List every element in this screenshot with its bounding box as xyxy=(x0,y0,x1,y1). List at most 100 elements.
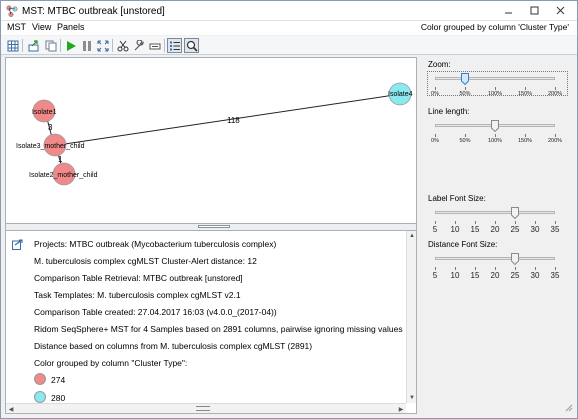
slider-tick-label: 25 xyxy=(510,271,520,280)
mst-graph-canvas[interactable]: Isolate1 Isolate3_mother_child Isolate2_… xyxy=(5,57,417,224)
toolbar-separator xyxy=(112,39,113,52)
slider-tick-label: 150% xyxy=(517,138,533,144)
info-vertical-scrollbar[interactable]: ▲ ▼ xyxy=(406,231,416,403)
slider-thumb[interactable] xyxy=(491,120,499,132)
slider-thumb[interactable] xyxy=(511,207,519,219)
slider-tick xyxy=(515,221,516,224)
slider-track[interactable] xyxy=(435,77,555,80)
slider-tick xyxy=(475,267,476,270)
slider-thumb[interactable] xyxy=(511,253,519,265)
legend-swatch-280 xyxy=(34,391,46,403)
minimize-button[interactable] xyxy=(495,2,521,19)
slider-tick-label: 10 xyxy=(450,271,460,280)
info-distance-basis: Distance based on columns from M. tuberc… xyxy=(34,341,313,351)
label-button[interactable] xyxy=(147,38,162,53)
scroll-left-arrow-icon[interactable]: ◀ xyxy=(6,404,16,413)
node-label-isolate1: Isolate1 xyxy=(32,109,57,116)
legend-label-274: 274 xyxy=(51,375,66,385)
play-icon xyxy=(66,40,76,51)
maximize-button[interactable] xyxy=(521,2,547,19)
export-info-icon[interactable] xyxy=(12,239,23,250)
edge-label-distance: 1 xyxy=(58,155,63,164)
slider-tick xyxy=(495,221,496,224)
scroll-up-arrow-icon[interactable]: ▲ xyxy=(407,231,416,241)
slider-tick xyxy=(435,87,436,90)
distance-font-size-label: Distance Font Size: xyxy=(428,240,498,249)
list-icon xyxy=(169,41,180,50)
slider-tick xyxy=(465,87,466,90)
info-cluster-alert: M. tuberculosis complex cgMLST Cluster-A… xyxy=(34,256,257,266)
settings-panel: Zoom: Line length: Label Font Size: Dist… xyxy=(421,57,575,414)
slider-tick-label: 200% xyxy=(547,91,563,97)
window-title: MST: MTBC outbreak [unstored] xyxy=(22,6,165,17)
slider-tick-label: 30 xyxy=(530,225,540,234)
info-mst-summary: Ridom SeqSphere+ MST for 4 Samples based… xyxy=(34,324,403,334)
node-label-isolate3: Isolate3_mother_child xyxy=(16,143,85,150)
play-button[interactable] xyxy=(63,38,78,53)
line-length-label: Line length: xyxy=(428,107,470,116)
menu-mst[interactable]: MST xyxy=(7,22,26,32)
info-task-templates: Task Templates: M. tuberculosis complex … xyxy=(34,290,241,300)
slider-tick xyxy=(555,267,556,270)
slider-tick-label: 0% xyxy=(431,91,439,97)
slider-tick-label: 150% xyxy=(517,91,533,97)
zoom-label: Zoom: xyxy=(428,60,451,69)
grid-icon xyxy=(7,40,18,51)
slider-thumb[interactable] xyxy=(461,73,469,85)
info-horizontal-scrollbar[interactable]: ◀ ▶ xyxy=(6,403,406,413)
export-button[interactable] xyxy=(26,38,41,53)
close-icon xyxy=(556,6,564,15)
expand-arrows-icon xyxy=(96,39,109,52)
slider-track[interactable] xyxy=(435,211,555,214)
slider-tick xyxy=(495,87,496,90)
pause-button[interactable] xyxy=(79,38,94,53)
slider-tick xyxy=(495,134,496,137)
splitter-grip[interactable] xyxy=(198,225,230,228)
slider-tick xyxy=(555,87,556,90)
slider-tick-label: 15 xyxy=(470,271,480,280)
node-label-isolate4: Isolate4 xyxy=(388,91,413,98)
slider-tick-label: 200% xyxy=(547,138,563,144)
slider-tick-label: 100% xyxy=(487,138,503,144)
slider-tick xyxy=(525,87,526,90)
close-button[interactable] xyxy=(547,2,573,19)
slider-tick-label: 20 xyxy=(490,271,500,280)
color-grouping-status: Color grouped by column 'Cluster Type' xyxy=(420,22,569,32)
label-tag-icon xyxy=(149,43,160,49)
grid-button[interactable] xyxy=(5,38,20,53)
copy-button[interactable] xyxy=(43,38,58,53)
menu-panels[interactable]: Panels xyxy=(57,22,85,32)
copy-icon xyxy=(45,40,56,51)
slider-track[interactable] xyxy=(435,257,555,260)
legend-toggle-button[interactable] xyxy=(167,38,182,53)
scissors-icon xyxy=(117,40,128,51)
slider-tick-label: 20 xyxy=(490,225,500,234)
slider-tick-label: 10 xyxy=(450,225,460,234)
maximize-icon xyxy=(530,6,538,15)
slider-tick-label: 25 xyxy=(510,225,520,234)
toolbar-separator xyxy=(22,39,23,52)
slider-tick xyxy=(535,267,536,270)
search-button[interactable] xyxy=(184,38,199,53)
slider-tick xyxy=(435,134,436,137)
resize-grip-icon[interactable] xyxy=(565,404,573,412)
scroll-down-arrow-icon[interactable]: ▼ xyxy=(407,393,416,403)
slider-tick-label: 0% xyxy=(431,138,439,144)
info-table-created: Comparison Table created: 27.04.2017 16:… xyxy=(34,307,277,317)
wrench-icon xyxy=(134,39,144,50)
mst-window: MST: MTBC outbreak [unstored] MST View P… xyxy=(0,0,578,419)
scroll-right-arrow-icon[interactable]: ▶ xyxy=(396,404,406,413)
slider-tick-label: 5 xyxy=(432,225,438,234)
cut-button[interactable] xyxy=(115,38,130,53)
slider-tick-label: 15 xyxy=(470,225,480,234)
legend-label-280: 280 xyxy=(51,393,66,403)
toolbar-separator xyxy=(164,39,165,52)
fit-button[interactable] xyxy=(95,38,110,53)
menu-view[interactable]: View xyxy=(32,22,51,32)
pause-icon xyxy=(82,40,91,51)
tools-button[interactable] xyxy=(131,38,146,53)
node-label-isolate2: Isolate2_mother_child xyxy=(29,172,98,179)
horizontal-scroll-thumb[interactable] xyxy=(196,406,210,411)
slider-tick-label: 50% xyxy=(459,138,471,144)
title-bar[interactable]: MST: MTBC outbreak [unstored] xyxy=(1,1,577,21)
